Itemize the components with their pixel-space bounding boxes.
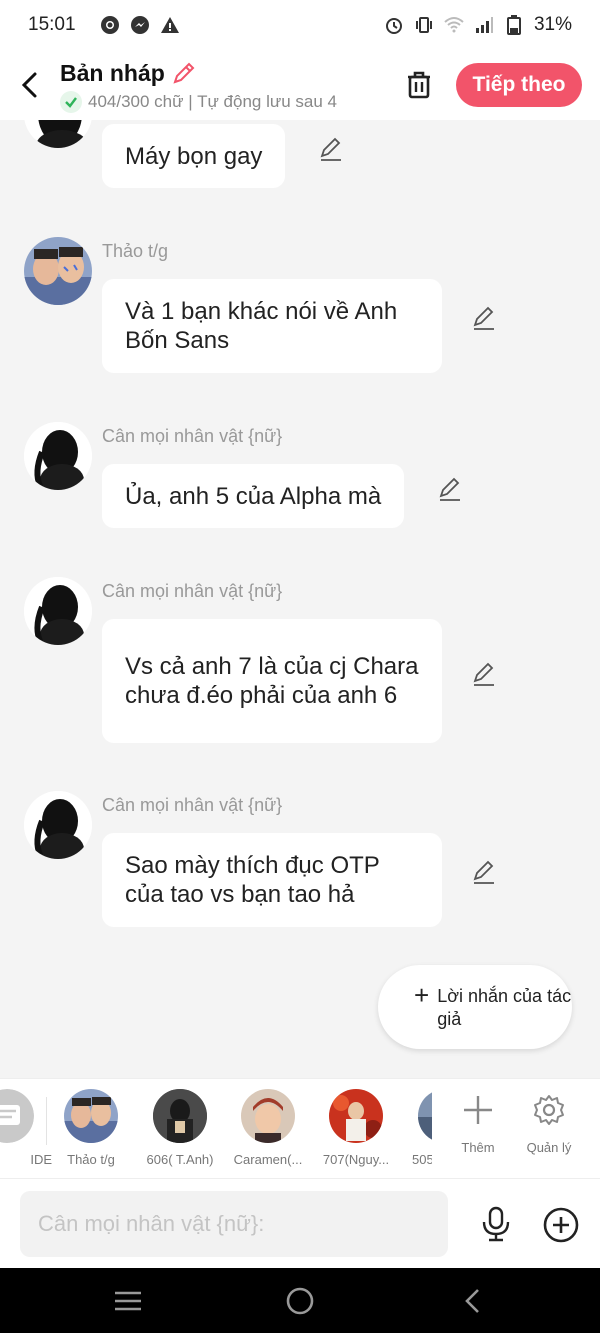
- avatar: [24, 577, 92, 645]
- word-count-autosave: 404/300 chữ | Tự động lưu sau 4: [88, 91, 338, 111]
- character-label: IDE: [30, 1152, 52, 1167]
- status-bar: 15:01 31%: [0, 0, 600, 50]
- edit-icon[interactable]: [471, 305, 497, 331]
- microphone-icon[interactable]: [478, 1206, 514, 1242]
- character-thao[interactable]: Thảo t/g: [46, 1089, 136, 1167]
- character-caramen[interactable]: Caramen(...: [223, 1089, 313, 1167]
- plus-icon: +: [414, 980, 430, 1010]
- add-circle-icon[interactable]: [542, 1206, 580, 1244]
- message-text: Ủa, anh 5 của Alpha mà: [125, 482, 382, 510]
- author-note-label: Lời nhắn của tác giả: [437, 986, 572, 1029]
- messenger-icon: [130, 15, 150, 35]
- character-ide[interactable]: IDE: [0, 1089, 52, 1167]
- system-nav-bar: [0, 1268, 600, 1333]
- page-title: Bản nháp: [60, 59, 165, 86]
- warning-icon: [160, 15, 180, 35]
- edit-icon[interactable]: [471, 661, 497, 687]
- signal-icon: [474, 15, 494, 35]
- top-bar: Bản nháp 404/300 chữ | Tự động lưu sau 4…: [0, 50, 600, 120]
- avatar: [24, 237, 92, 305]
- message-text: Máy bọn gay: [125, 142, 263, 170]
- character-505[interactable]: 505: [400, 1089, 432, 1167]
- edit-icon[interactable]: [318, 136, 344, 162]
- edit-title-icon[interactable]: [171, 60, 197, 86]
- avatar: [241, 1089, 295, 1143]
- message-bubble[interactable]: Máy bọn gay: [102, 124, 286, 188]
- home-icon[interactable]: [285, 1286, 315, 1316]
- alarm-icon: [384, 15, 404, 35]
- message-bubble[interactable]: Ủa, anh 5 của Alpha mà: [102, 464, 405, 528]
- next-button[interactable]: Tiếp theo: [456, 63, 582, 107]
- sender-name: Cân mọi nhân vật {nữ}: [102, 426, 283, 446]
- character-label: 505: [412, 1152, 432, 1167]
- author-note-button[interactable]: + Lời nhắn của tác giả: [378, 965, 572, 1049]
- character-strip[interactable]: IDE Thảo t/g 606( T.Anh) Caramen(... 707…: [0, 1078, 600, 1178]
- vibrate-icon: [414, 15, 434, 35]
- avatar: [418, 1089, 432, 1143]
- wifi-icon: [444, 15, 464, 35]
- avatar: [64, 1089, 118, 1143]
- message-text: Sao mày thích đục OTP của tao vs bạn tao…: [125, 852, 380, 908]
- message-text: Và 1 bạn khác nói về Anh Bốn Sans: [125, 298, 398, 354]
- add-label: Thêm: [461, 1140, 495, 1155]
- saved-check-icon: [60, 90, 82, 113]
- chrome-icon: [100, 15, 120, 35]
- manage-button[interactable]: Quản lý: [519, 1093, 579, 1155]
- battery-icon: [504, 15, 524, 35]
- manage-label: Quản lý: [526, 1140, 572, 1155]
- gear-icon: [534, 1095, 564, 1125]
- avatar: [24, 422, 92, 490]
- avatar: [153, 1089, 207, 1143]
- battery-level: 31%: [533, 14, 572, 35]
- edit-icon[interactable]: [471, 859, 497, 885]
- message-text: Vs cả anh 7 là của cj Chara chưa đ.éo ph…: [125, 653, 419, 709]
- character-label: Thảo t/g: [67, 1152, 115, 1167]
- message-bubble[interactable]: Sao mày thích đục OTP của tao vs bạn tao…: [102, 833, 442, 927]
- recent-apps-icon[interactable]: [113, 1286, 143, 1316]
- delete-button[interactable]: [392, 50, 446, 120]
- character-label: 606( T.Anh): [146, 1152, 214, 1167]
- edit-icon[interactable]: [437, 476, 463, 502]
- character-label: 707(Nguy...: [322, 1152, 390, 1167]
- avatar: [24, 791, 92, 859]
- message-bubble[interactable]: Vs cả anh 7 là của cj Chara chưa đ.éo ph…: [102, 619, 442, 743]
- nav-back-icon[interactable]: [458, 1286, 488, 1316]
- character-606[interactable]: 606( T.Anh): [135, 1089, 225, 1167]
- compose-bar: [0, 1178, 600, 1268]
- message-bubble[interactable]: Và 1 bạn khác nói về Anh Bốn Sans: [102, 279, 442, 373]
- back-button[interactable]: [0, 50, 60, 120]
- narrator-avatar: [0, 1089, 34, 1143]
- message-input[interactable]: [20, 1191, 448, 1257]
- chat-area[interactable]: Máy bọn gay Thảo t/g Và 1 bạn khác nói v…: [0, 120, 600, 1078]
- status-time: 15:01: [28, 14, 76, 35]
- sender-name: Cân mọi nhân vật {nữ}: [102, 795, 283, 815]
- back-arrow-icon: [21, 72, 37, 98]
- character-707[interactable]: 707(Nguy...: [311, 1089, 401, 1167]
- plus-icon: [464, 1096, 492, 1124]
- trash-icon: [408, 71, 430, 99]
- add-character-button[interactable]: Thêm: [448, 1093, 508, 1155]
- sender-name: Cân mọi nhân vật {nữ}: [102, 581, 283, 601]
- avatar: [24, 120, 92, 148]
- avatar: [329, 1089, 383, 1143]
- character-label: Caramen(...: [233, 1152, 303, 1167]
- sender-name: Thảo t/g: [102, 241, 169, 261]
